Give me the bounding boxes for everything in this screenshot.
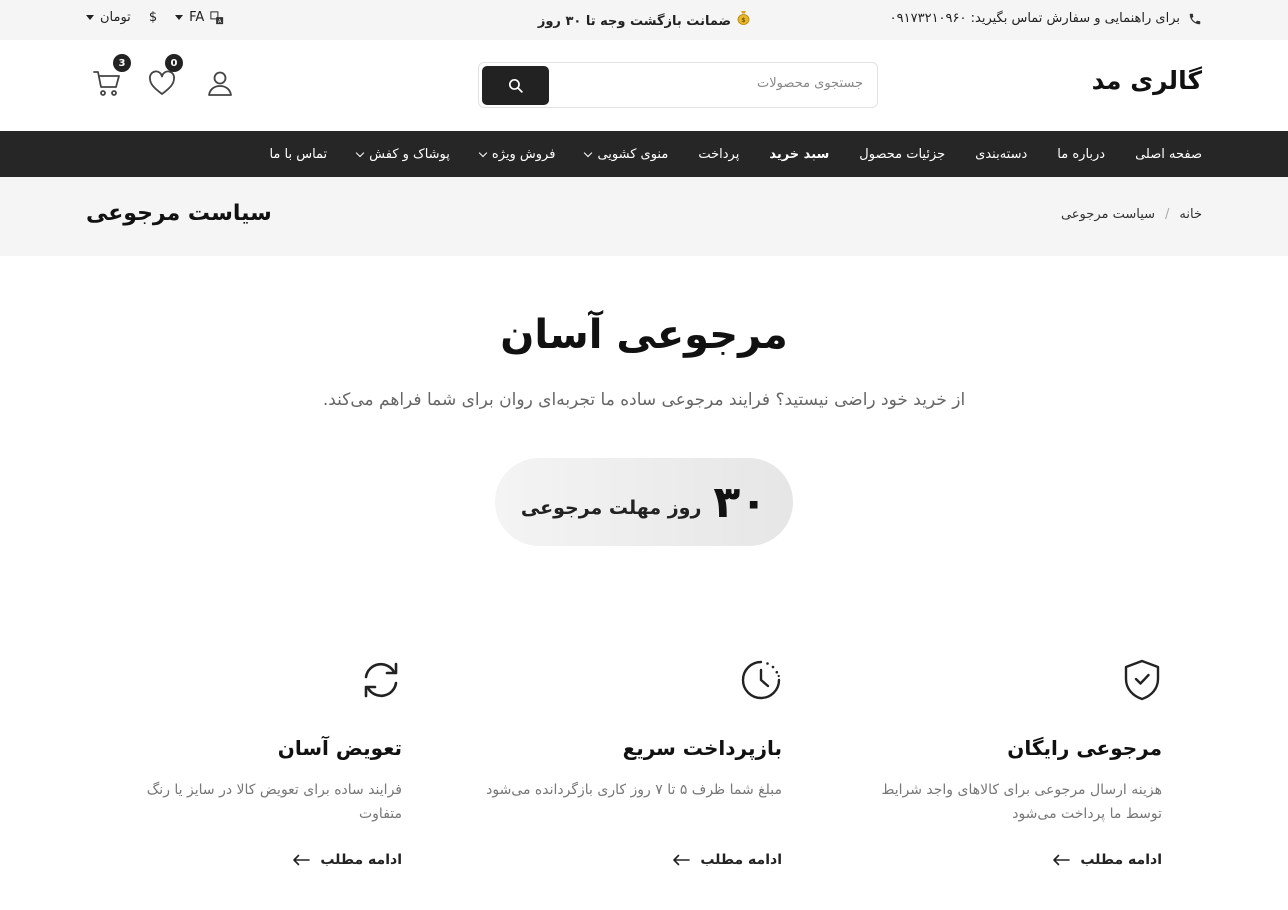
nav-item-product-details[interactable]: جزئیات محصول bbox=[859, 147, 945, 162]
chevron-down-icon bbox=[175, 15, 184, 20]
translate-icon: A bbox=[210, 10, 224, 24]
currency-symbol-label: $ bbox=[148, 10, 158, 25]
site-logo[interactable]: گالری مد bbox=[1092, 66, 1202, 95]
language-label: FA bbox=[189, 10, 205, 25]
nav-item-label: پوشاک و کفش bbox=[369, 146, 450, 162]
breadcrumb-separator: / bbox=[1165, 207, 1170, 222]
main-nav: صفحه اصلی درباره ما دسته‌بندی جزئیات محص… bbox=[0, 131, 1288, 177]
language-selector[interactable]: FA A bbox=[175, 10, 224, 25]
refresh-icon bbox=[360, 658, 402, 702]
feature-title: بازپرداخت سریع bbox=[622, 736, 782, 760]
search-box bbox=[478, 62, 878, 108]
nav-item-category[interactable]: دسته‌بندی bbox=[975, 147, 1027, 162]
page-title: سیاست مرجوعی bbox=[86, 201, 272, 226]
user-icon bbox=[208, 71, 232, 96]
feature-title: مرجوعی رایگان bbox=[1007, 736, 1162, 760]
chevron-down-icon bbox=[584, 148, 593, 157]
nav-item-checkout[interactable]: پرداخت bbox=[698, 147, 739, 162]
arrow-left-icon bbox=[673, 854, 691, 866]
nav-item-sale[interactable]: فروش ویژه bbox=[478, 146, 556, 162]
breadcrumb-current: سیاست مرجوعی bbox=[1060, 207, 1156, 222]
chevron-down-icon bbox=[478, 148, 488, 157]
read-more-label: ادامه مطلب bbox=[700, 852, 782, 868]
cart-icon bbox=[93, 71, 120, 96]
wishlist-button[interactable]: 0 bbox=[147, 54, 183, 98]
read-more-link[interactable]: ادامه مطلب bbox=[672, 852, 782, 868]
shield-check-icon bbox=[1120, 658, 1162, 702]
guarantee-text: ضمانت بازگشت وجه تا ۳۰ روز bbox=[537, 14, 732, 29]
nav-item-label: منوی کشویی bbox=[597, 146, 669, 162]
arrow-left-icon bbox=[293, 854, 311, 866]
cart-count-badge: 3 bbox=[113, 54, 131, 72]
feature-description: مبلغ شما ظرف ۵ تا ۷ روز کاری بازگردانده … bbox=[486, 782, 782, 798]
cart-button[interactable]: 3 bbox=[92, 54, 131, 98]
nav-item-about[interactable]: درباره ما bbox=[1057, 147, 1105, 162]
nav-item-apparel[interactable]: پوشاک و کفش bbox=[355, 146, 450, 162]
currency-label: تومان bbox=[100, 10, 131, 25]
money-bag-icon: $ bbox=[737, 10, 750, 29]
heart-icon bbox=[149, 70, 175, 95]
search-icon bbox=[508, 78, 523, 93]
hero-subtitle: از خرید خود راضی نیستید؟ فرایند مرجوعی س… bbox=[322, 390, 966, 410]
nav-item-label: درباره ما bbox=[1057, 146, 1106, 162]
feature-description: فرایند ساده برای تعویض کالا در سایز یا ر… bbox=[146, 782, 402, 822]
read-more-label: ادامه مطلب bbox=[1080, 852, 1162, 868]
read-more-link[interactable]: ادامه مطلب bbox=[292, 852, 402, 868]
clock-icon bbox=[740, 658, 782, 702]
arrow-left-icon bbox=[1053, 854, 1071, 866]
nav-item-label: سبد خرید bbox=[769, 146, 830, 162]
read-more-label: ادامه مطلب bbox=[320, 852, 402, 868]
feature-description: هزینه ارسال مرجوعی برای کالاهای واجد شرا… bbox=[881, 782, 1162, 822]
account-button[interactable] bbox=[205, 68, 235, 98]
top-bar: برای راهنمایی و سفارش تماس بگیرید: ۰۹۱۷۳… bbox=[0, 0, 1288, 40]
currency-symbol[interactable]: $ bbox=[149, 10, 157, 25]
chevron-down-icon bbox=[86, 15, 94, 20]
search-button[interactable] bbox=[482, 66, 549, 105]
nav-item-contact[interactable]: تماس با ما bbox=[269, 147, 327, 162]
page-header: خانه / سیاست مرجوعی سیاست مرجوعی bbox=[0, 177, 1288, 256]
nav-item-cart[interactable]: سبد خرید bbox=[769, 147, 829, 162]
wishlist-count-badge: 0 bbox=[165, 54, 183, 72]
chevron-down-icon bbox=[355, 148, 365, 157]
nav-item-label: جزئیات محصول bbox=[859, 146, 946, 162]
nav-item-dropdown[interactable]: منوی کشویی bbox=[584, 146, 669, 162]
breadcrumb: خانه / سیاست مرجوعی bbox=[1061, 207, 1202, 222]
nav-item-label: صفحه اصلی bbox=[1135, 146, 1202, 162]
nav-item-label: پرداخت bbox=[698, 146, 740, 162]
nav-item-label: دسته‌بندی bbox=[975, 146, 1028, 162]
site-header: گالری مد 0 3 bbox=[0, 40, 1288, 131]
read-more-link[interactable]: ادامه مطلب bbox=[1052, 852, 1162, 868]
svg-text:$: $ bbox=[742, 17, 746, 24]
return-days-label: روز مهلت مرجوعی bbox=[520, 497, 702, 519]
header-actions: 0 3 bbox=[92, 54, 237, 100]
nav-item-home[interactable]: صفحه اصلی bbox=[1135, 147, 1202, 162]
nav-item-label: تماس با ما bbox=[269, 146, 328, 162]
nav-item-label: فروش ویژه bbox=[491, 146, 556, 162]
search-input[interactable] bbox=[563, 76, 863, 91]
return-days-number: ۳۰ bbox=[713, 476, 768, 528]
svg-text:A: A bbox=[218, 18, 222, 24]
breadcrumb-home[interactable]: خانه bbox=[1179, 207, 1202, 222]
feature-title: تعویض آسان bbox=[277, 736, 402, 760]
currency-selector[interactable]: تومان bbox=[86, 10, 131, 25]
hero-title: مرجوعی آسان bbox=[500, 312, 788, 358]
return-period-badge: ۳۰ روز مهلت مرجوعی bbox=[495, 458, 793, 546]
